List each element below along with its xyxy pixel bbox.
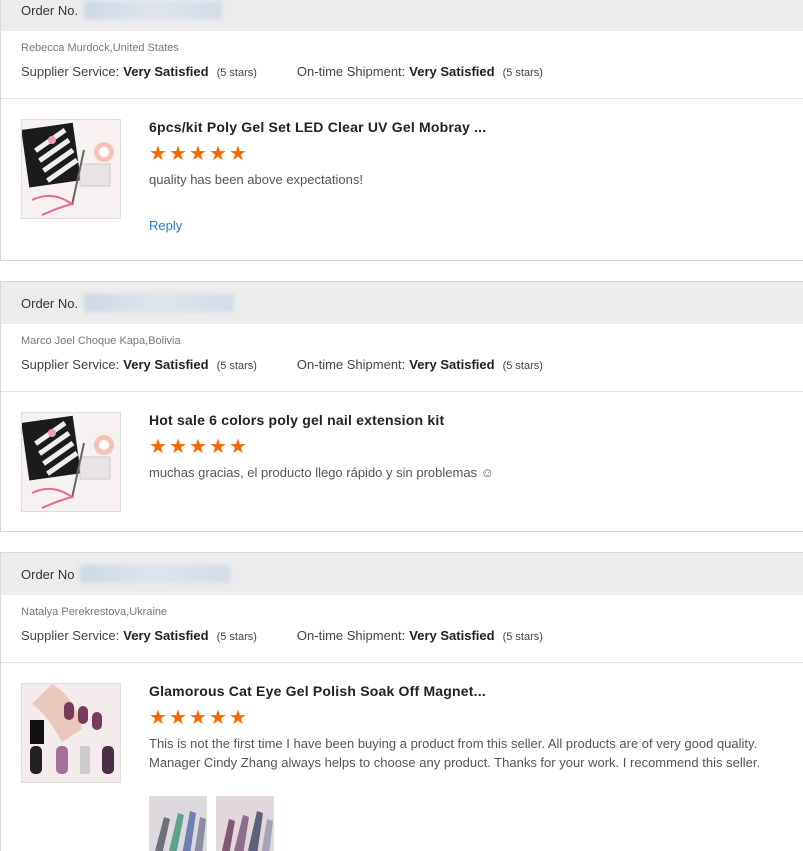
supplier-service-value: Very Satisfied	[123, 357, 209, 372]
review-text: muchas gracias, el producto llego rápido…	[149, 465, 494, 480]
star-icon: ★	[169, 707, 187, 729]
shipment-value: Very Satisfied	[409, 64, 495, 79]
product-title[interactable]: Glamorous Cat Eye Gel Polish Soak Off Ma…	[149, 683, 803, 705]
supplier-service-stars: (5 stars)	[216, 360, 257, 372]
shipment-stars: (5 stars)	[502, 67, 543, 79]
supplier-service-label: Supplier Service:	[21, 628, 120, 643]
shipment-label: On-time Shipment:	[296, 357, 406, 372]
buyer-name: Natalya Perekrestova,Ukraine	[21, 606, 168, 618]
review-card: Order No. Rebecca Murdock,United States …	[0, 0, 803, 261]
shipment-value: Very Satisfied	[409, 628, 495, 643]
star-rating: ★ ★ ★ ★ ★	[149, 436, 803, 458]
shipment-label: On-time Shipment:	[296, 628, 406, 643]
star-rating: ★ ★ ★ ★ ★	[149, 707, 803, 729]
service-ratings: Supplier Service: Very Satisfied (5 star…	[21, 357, 803, 372]
redacted-order-number	[84, 1, 223, 19]
order-header: Order No.	[1, 0, 803, 31]
review-card: Order No Natalya Perekrestova,Ukraine Su…	[0, 552, 803, 851]
shipment-value: Very Satisfied	[409, 357, 495, 372]
review-photo[interactable]	[149, 796, 207, 851]
star-icon: ★	[149, 707, 167, 729]
star-icon: ★	[209, 143, 227, 165]
star-icon: ★	[209, 707, 227, 729]
product-thumbnail[interactable]	[21, 119, 121, 219]
order-header: Order No.	[1, 282, 803, 324]
review-meta: Marco Joel Choque Kapa,Bolivia Supplier …	[1, 324, 803, 392]
supplier-service-stars: (5 stars)	[216, 67, 257, 79]
review-photos	[149, 796, 803, 851]
review-photo[interactable]	[216, 796, 274, 851]
supplier-service-label: Supplier Service:	[21, 357, 120, 372]
product-title[interactable]: Hot sale 6 colors poly gel nail extensio…	[149, 412, 803, 434]
review-body: 6pcs/kit Poly Gel Set LED Clear UV Gel M…	[1, 99, 803, 235]
star-icon: ★	[189, 707, 207, 729]
reply-link[interactable]: Reply	[149, 218, 182, 233]
supplier-service-stars: (5 stars)	[216, 631, 257, 643]
star-icon: ★	[149, 436, 167, 458]
shipment-stars: (5 stars)	[502, 631, 543, 643]
review-card: Order No. Marco Joel Choque Kapa,Bolivia…	[0, 281, 803, 532]
buyer-name: Marco Joel Choque Kapa,Bolivia	[21, 335, 181, 347]
shipment-label: On-time Shipment:	[296, 64, 406, 79]
review-body: Glamorous Cat Eye Gel Polish Soak Off Ma…	[1, 663, 803, 851]
redacted-order-number	[84, 294, 235, 312]
star-icon: ★	[229, 143, 247, 165]
order-number-label: Order No.	[21, 2, 79, 18]
review-meta: Rebecca Murdock,United States Supplier S…	[1, 31, 803, 99]
service-ratings: Supplier Service: Very Satisfied (5 star…	[21, 628, 803, 643]
review-text: quality has been above expectations!	[149, 172, 363, 187]
star-icon: ★	[189, 436, 207, 458]
review-text: This is not the first time I have been b…	[149, 736, 761, 770]
supplier-service-label: Supplier Service:	[21, 64, 120, 79]
star-icon: ★	[229, 436, 247, 458]
service-ratings: Supplier Service: Very Satisfied (5 star…	[21, 64, 803, 79]
redacted-order-number	[80, 565, 231, 583]
product-title[interactable]: 6pcs/kit Poly Gel Set LED Clear UV Gel M…	[149, 119, 803, 141]
review-meta: Natalya Perekrestova,Ukraine Supplier Se…	[1, 595, 803, 663]
order-header: Order No	[1, 553, 803, 595]
order-number-label: Order No	[21, 566, 75, 582]
star-icon: ★	[229, 707, 247, 729]
shipment-stars: (5 stars)	[502, 360, 543, 372]
product-thumbnail[interactable]	[21, 412, 121, 512]
supplier-service-value: Very Satisfied	[123, 628, 209, 643]
star-rating: ★ ★ ★ ★ ★	[149, 143, 803, 165]
order-number-label: Order No.	[21, 295, 79, 311]
star-icon: ★	[209, 436, 227, 458]
review-body: Hot sale 6 colors poly gel nail extensio…	[1, 392, 803, 512]
star-icon: ★	[169, 436, 187, 458]
supplier-service-value: Very Satisfied	[123, 64, 209, 79]
star-icon: ★	[189, 143, 207, 165]
star-icon: ★	[169, 143, 187, 165]
buyer-name: Rebecca Murdock,United States	[21, 42, 179, 54]
product-thumbnail[interactable]	[21, 683, 121, 783]
star-icon: ★	[149, 143, 167, 165]
